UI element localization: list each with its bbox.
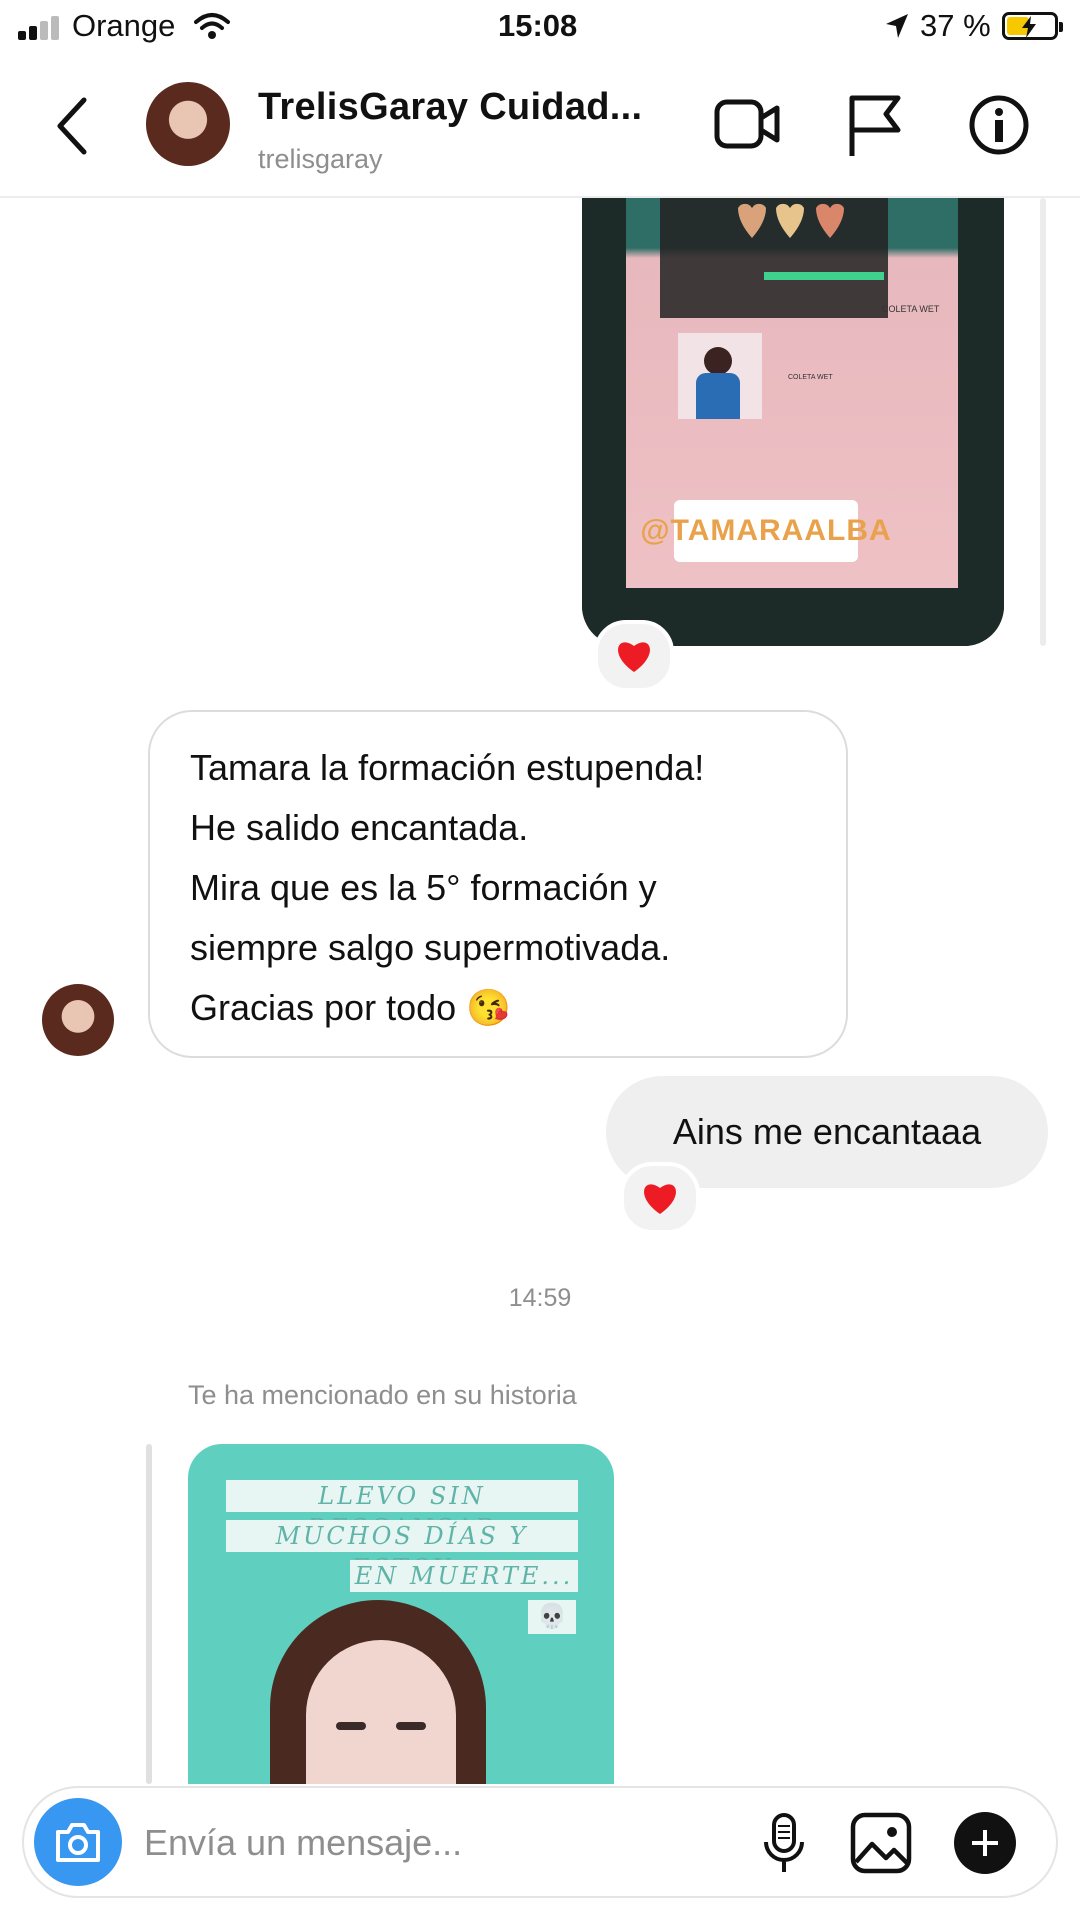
story-person-face [306,1640,456,1784]
sender-avatar[interactable] [42,984,114,1056]
skull-emoji: 💀 [528,1600,576,1634]
camera-icon [56,1823,100,1862]
carrier-name: Orange [72,8,176,43]
flag-icon[interactable] [846,92,904,158]
message-line: siempre salgo supermotivada. [190,927,671,968]
chat-title[interactable]: TrelisGaray Cuidad... [258,86,642,129]
gallery-icon[interactable] [850,1812,912,1874]
battery-icon [1002,12,1063,40]
timestamp: 14:59 [508,1284,572,1312]
story-photo [678,333,762,419]
reaction-badge[interactable] [594,620,674,692]
chat-username[interactable]: trelisgaray [258,144,383,175]
message-line: Tamara la formación estupenda! [190,747,705,788]
tag-small: COLETA WET [788,374,833,381]
status-bar: Orange 15:08 37 % [0,0,1080,56]
message-input[interactable] [142,1812,686,1874]
message-line: He salido encantada. [190,807,529,848]
battery-percent: 37 % [920,8,991,43]
message-composer [22,1786,1058,1898]
story-preview[interactable]: LLEVO SIN DESCANSAR MUCHOS DÍAS Y ESTOY … [188,1444,614,1784]
story-caption-line: LLEVO SIN DESCANSAR [226,1480,578,1542]
camera-button[interactable] [34,1798,122,1886]
heart-icon [644,1184,676,1214]
story-mention-label: Te ha mencionado en su historia [188,1380,577,1410]
microphone-icon[interactable] [762,1812,806,1876]
message-line: Gracias por todo 😘 [190,987,511,1028]
story-caption-line: EN MUERTE... [350,1560,578,1592]
message-line: Mira que es la 5° formación y [190,867,657,908]
reply-indicator [146,1444,152,1784]
chat-header: TrelisGaray Cuidad... trelisgaray [0,60,1080,198]
story-caption-line: MUCHOS DÍAS Y ESTOY [226,1520,578,1582]
clock: 15:08 [498,8,578,43]
message-text: Ains me encantaaa [672,1111,982,1152]
shared-story-preview[interactable]: COLETA WET COLETA WET @TAMARAALBA [582,198,1004,646]
more-button[interactable] [954,1812,1016,1874]
info-icon[interactable] [968,94,1030,156]
incoming-message[interactable]: Tamara la formación estupenda! He salido… [148,710,848,1058]
video-call-icon[interactable] [714,96,780,152]
avatar[interactable] [146,82,230,166]
wifi-icon [194,13,230,39]
back-icon[interactable] [54,96,88,156]
mention-tag: @TAMARAALBA [640,500,891,562]
signal-icon [18,14,62,40]
reaction-badge[interactable] [620,1162,700,1234]
plus-icon [972,1830,998,1856]
tag-small: COLETA WET [882,304,940,314]
heart-icon [618,642,650,672]
hearts-decoration [738,203,844,238]
location-arrow-icon [886,14,908,38]
scroll-indicator [1040,198,1046,646]
